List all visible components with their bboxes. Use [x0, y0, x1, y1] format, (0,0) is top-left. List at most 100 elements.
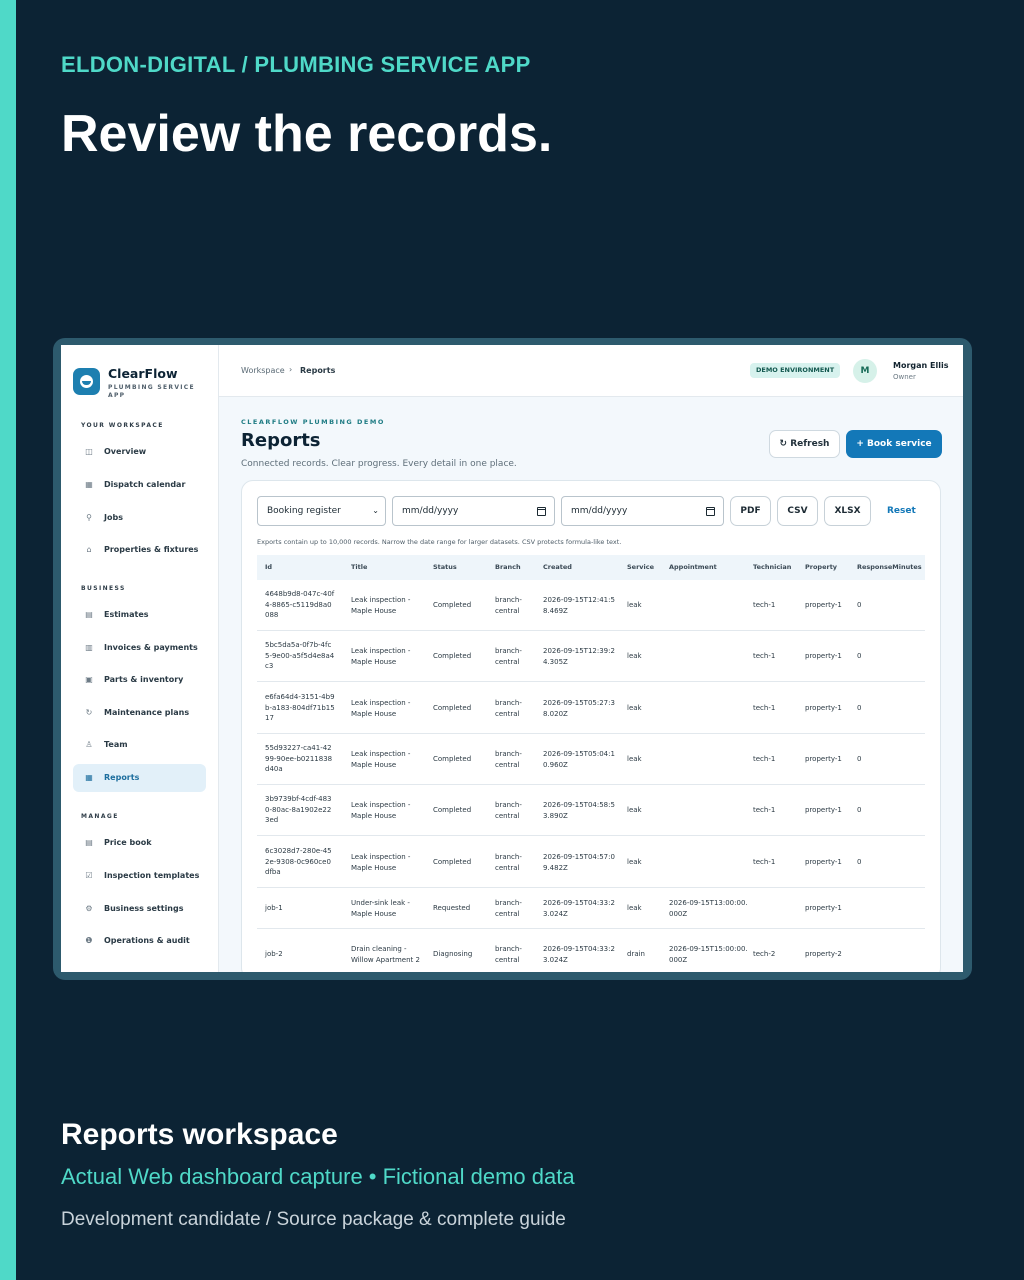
table-cell: 2026-09-15T13:00:00.000Z — [669, 899, 748, 918]
topbar: Workspace › Reports DEMO ENVIRONMENT M M… — [219, 345, 963, 397]
table-cell: 2026-09-15T04:33:23.024Z — [543, 899, 615, 918]
table-cell: 2026-09-15T12:41:58.469Z — [543, 596, 615, 615]
sidebar-item-dispatch-calendar[interactable]: ▦ Dispatch calendar — [73, 471, 206, 499]
table-cell: branch-central — [495, 596, 522, 615]
column-header[interactable]: Property — [805, 563, 837, 571]
info-icon: ❶ — [85, 936, 93, 945]
table-cell: Diagnosing — [433, 950, 473, 958]
column-header[interactable]: Id — [265, 563, 272, 571]
date-from-input[interactable]: mm/dd/yyyy — [392, 496, 555, 526]
sidebar-item-label: Jobs — [104, 513, 123, 522]
sidebar-item-team[interactable]: ♙ Team — [73, 731, 206, 759]
table-cell: leak — [627, 806, 642, 814]
table-cell: Completed — [433, 652, 472, 660]
sidebar-item-overview[interactable]: ◫ Overview — [73, 438, 206, 466]
table-row[interactable]: 3b9739bf-4cdf-4830-80ac-8a1902e223ed Leak… — [257, 785, 925, 836]
table-row[interactable]: 5bc5da5a-0f7b-4fc5-9e00-a5f5d4e8a4c3 Leak… — [257, 631, 925, 682]
sidebar-item-price-book[interactable]: ▤ Price book — [73, 829, 206, 857]
breadcrumb-workspace[interactable]: Workspace — [241, 366, 285, 375]
table-cell: branch-central — [495, 853, 522, 872]
table-row[interactable]: e6fa64d4-3151-4b9b-a183-804df71b1517 Leak… — [257, 683, 925, 734]
calendar-icon[interactable] — [706, 507, 715, 516]
table-cell: 0 — [857, 601, 862, 609]
sidebar-item-label: Parts & inventory — [104, 675, 184, 684]
book-service-button[interactable]: + Book service — [846, 430, 942, 458]
checkbox-icon: ☑ — [85, 871, 93, 880]
table-row[interactable]: 6c3028d7-280e-452e-9308-0c960ce0dfba Leak… — [257, 837, 925, 888]
column-header[interactable]: Created — [543, 563, 572, 571]
sidebar-item-jobs[interactable]: ⚲ Jobs — [73, 504, 206, 532]
avatar[interactable]: M — [853, 359, 877, 383]
sidebar-item-reports[interactable]: ▦ Reports — [73, 764, 206, 792]
column-header[interactable]: Appointment — [669, 563, 717, 571]
column-header[interactable]: Technician — [753, 563, 791, 571]
table-cell: leak — [627, 904, 642, 912]
table-row[interactable]: 55d93227-ca41-4299-90ee-b0211838d40a Leak… — [257, 734, 925, 785]
bottom-subtitle: Actual Web dashboard capture • Fictional… — [61, 1164, 575, 1189]
table-cell: property-1 — [805, 755, 842, 763]
sidebar-item-label: Team — [104, 740, 128, 749]
bottom-meta: Development candidate / Source package &… — [61, 1209, 566, 1230]
table-cell: Completed — [433, 858, 472, 866]
export-note: Exports contain up to 10,000 records. Na… — [257, 538, 622, 546]
refresh-button[interactable]: ↻ Refresh — [769, 430, 840, 458]
sidebar-item-properties-fixtures[interactable]: ⌂ Properties & fixtures — [73, 536, 206, 564]
sidebar-item-operations-audit[interactable]: ❶ Operations & audit — [73, 927, 206, 955]
poster-headline: Review the records. — [61, 105, 553, 163]
table-cell: tech-1 — [753, 601, 776, 609]
date-to-input[interactable]: mm/dd/yyyy — [561, 496, 724, 526]
sidebar-item-inspection-templates[interactable]: ☑ Inspection templates — [73, 862, 206, 890]
table-cell: leak — [627, 652, 642, 660]
table-cell: branch-central — [495, 699, 522, 718]
calendar-icon[interactable] — [537, 507, 546, 516]
home-icon: ⌂ — [86, 545, 92, 554]
table-row[interactable]: job-2 Drain cleaning - Willow Apartment 2… — [257, 929, 925, 972]
column-header[interactable]: ResponseMinutes — [857, 563, 922, 571]
estimate-icon: ▤ — [85, 610, 93, 619]
column-header[interactable]: Status — [433, 563, 457, 571]
table-cell: property-1 — [805, 904, 842, 912]
sidebar-section-label: YOUR WORKSPACE — [81, 422, 164, 429]
brand-name: ClearFlow — [108, 366, 178, 381]
sidebar-item-maintenance-plans[interactable]: ↻ Maintenance plans — [73, 699, 206, 727]
chevron-down-icon: ⌄ — [372, 506, 379, 515]
table-cell: tech-1 — [753, 755, 776, 763]
table-row[interactable]: 4648b9d8-047c-40f4-8865-c5119d8a0088 Leak… — [257, 580, 925, 631]
sidebar-item-label: Business settings — [104, 904, 184, 913]
table-cell: property-1 — [805, 652, 842, 660]
wrench-icon: ⚲ — [86, 513, 92, 522]
column-header[interactable]: Title — [351, 563, 367, 571]
breadcrumb-current: Reports — [300, 366, 336, 375]
table-cell: tech-1 — [753, 704, 776, 712]
bottom-title: Reports workspace — [61, 1118, 338, 1151]
table-row[interactable]: job-1 Under-sink leak - Maple House Reques… — [257, 888, 925, 929]
table-cell: Requested — [433, 904, 471, 912]
export-xlsx-button[interactable]: XLSX — [824, 496, 871, 526]
export-pdf-button[interactable]: PDF — [730, 496, 771, 526]
export-csv-button[interactable]: CSV — [777, 496, 818, 526]
table-cell: tech-1 — [753, 806, 776, 814]
table-cell: Completed — [433, 704, 472, 712]
table-cell: branch-central — [495, 647, 522, 666]
page-kicker: CLEARFLOW PLUMBING DEMO — [241, 418, 385, 426]
table-cell: tech-1 — [753, 652, 776, 660]
sidebar-item-business-settings[interactable]: ⚙ Business settings — [73, 895, 206, 923]
table-cell: property-1 — [805, 858, 842, 866]
sidebar-item-invoices-payments[interactable]: ▥ Invoices & payments — [73, 634, 206, 662]
column-header[interactable]: Service — [627, 563, 654, 571]
sidebar-item-estimates[interactable]: ▤ Estimates — [73, 601, 206, 629]
sidebar-section-label: BUSINESS — [81, 585, 126, 592]
sidebar-item-label: Properties & fixtures — [104, 545, 199, 554]
date-to-placeholder: mm/dd/yyyy — [571, 506, 628, 516]
breadcrumb-separator-icon: › — [289, 365, 293, 374]
column-header[interactable]: Branch — [495, 563, 521, 571]
table-cell: 0 — [857, 652, 862, 660]
sidebar-item-label: Invoices & payments — [104, 643, 198, 652]
table-cell: job-1 — [265, 904, 283, 912]
table-cell: 5bc5da5a-0f7b-4fc5-9e00-a5f5d4e8a4c3 — [265, 641, 335, 670]
table-cell: 2026-09-15T05:27:38.020Z — [543, 699, 615, 718]
table-cell: Under-sink leak - Maple House — [351, 899, 410, 918]
reset-button[interactable]: Reset — [887, 496, 916, 526]
report-type-select[interactable]: Booking register ⌄ — [257, 496, 386, 526]
sidebar-item-parts-inventory[interactable]: ▣ Parts & inventory — [73, 666, 206, 694]
